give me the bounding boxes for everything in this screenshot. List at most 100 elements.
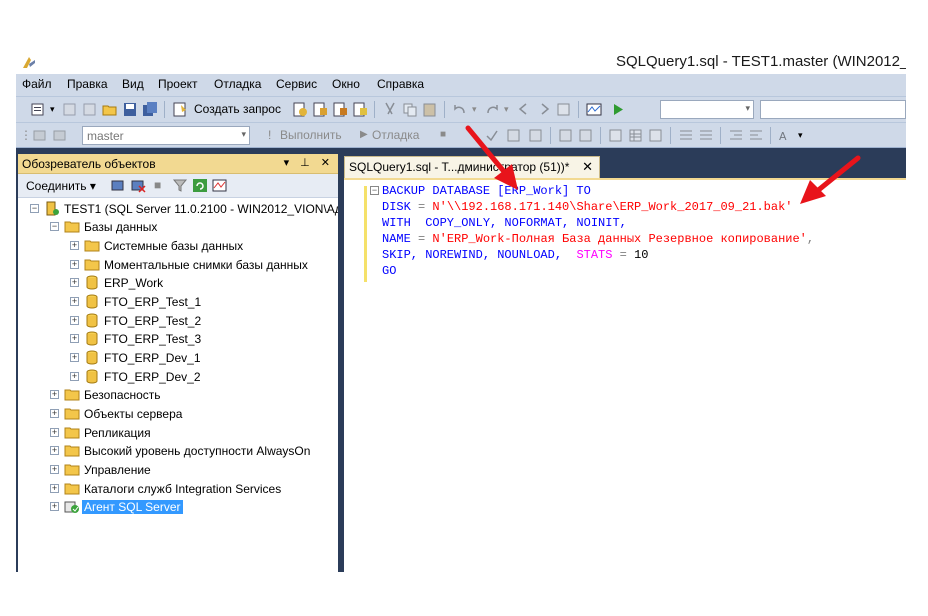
new-query-icon[interactable]: [172, 102, 188, 117]
open-folder-icon[interactable]: [102, 102, 118, 117]
mdx-query-icon[interactable]: [332, 102, 348, 117]
expand-icon[interactable]: +: [70, 241, 79, 250]
connect-button[interactable]: Соединить ▾: [26, 179, 96, 193]
menu-window[interactable]: Окно: [332, 77, 360, 91]
tree-node-replication[interactable]: + Репликация: [50, 424, 330, 442]
add-item2-icon[interactable]: [82, 102, 98, 117]
parse-icon[interactable]: [484, 128, 500, 143]
save-icon[interactable]: [122, 102, 138, 117]
analysis-query-icon[interactable]: [312, 102, 328, 117]
expand-icon[interactable]: +: [70, 260, 79, 269]
expand-icon[interactable]: +: [70, 278, 79, 287]
redo-icon[interactable]: [484, 102, 500, 117]
expand-icon[interactable]: +: [70, 297, 79, 306]
activity-monitor-icon[interactable]: [586, 102, 602, 117]
tree-node-fto-test-3[interactable]: + FTO_ERP_Test_3: [70, 330, 330, 348]
tree-node-fto-dev-2[interactable]: + FTO_ERP_Dev_2: [70, 368, 330, 386]
connect-object-explorer-icon[interactable]: [110, 178, 126, 193]
expand-icon[interactable]: +: [50, 484, 59, 493]
expand-icon[interactable]: +: [70, 334, 79, 343]
execute-play-icon[interactable]: [610, 102, 626, 117]
tree-node-alwayson[interactable]: + Высокий уровень доступности AlwaysOn: [50, 442, 336, 460]
menu-debug[interactable]: Отладка: [214, 77, 261, 91]
expand-icon[interactable]: +: [70, 372, 79, 381]
stop-icon[interactable]: ■: [440, 129, 446, 140]
paste-icon[interactable]: [422, 102, 438, 117]
close-icon[interactable]: ✕: [582, 159, 593, 175]
tree-node-integration-services[interactable]: + Каталоги служб Integration Services: [50, 480, 336, 498]
redo-dropdown-icon[interactable]: ▾: [504, 104, 509, 115]
menu-help[interactable]: Справка: [377, 77, 424, 91]
expand-icon[interactable]: +: [50, 409, 59, 418]
tree-node-sql-agent[interactable]: + Агент SQL Server: [50, 498, 330, 516]
disconnect-icon[interactable]: [130, 178, 146, 193]
tree-node-fto-dev-1[interactable]: + FTO_ERP_Dev_1: [70, 349, 330, 367]
include-plan-icon[interactable]: [558, 128, 574, 143]
client-stats-icon[interactable]: [578, 128, 594, 143]
specify-values-icon[interactable]: A: [778, 128, 794, 143]
tree-node-databases[interactable]: − Базы данных: [50, 218, 330, 236]
dmx-query-icon[interactable]: [352, 102, 368, 117]
results-grid-icon[interactable]: [628, 128, 644, 143]
menu-view[interactable]: Вид: [122, 77, 144, 91]
find-icon[interactable]: [556, 102, 572, 117]
expand-icon[interactable]: +: [50, 446, 59, 455]
estimated-plan-icon[interactable]: [506, 128, 522, 143]
expand-icon[interactable]: +: [50, 502, 59, 511]
tree-node-erp-work[interactable]: + ERP_Work: [70, 274, 330, 292]
filter-icon[interactable]: [172, 178, 188, 193]
activity-icon[interactable]: [212, 178, 228, 193]
menu-tools[interactable]: Сервис: [276, 77, 317, 91]
database-dropdown[interactable]: master ▾: [82, 126, 250, 145]
results-file-icon[interactable]: [648, 128, 664, 143]
code-editor[interactable]: − BACKUP DATABASE [ERP_Work] TO DISK = N…: [344, 178, 906, 572]
tree-node-server[interactable]: − TEST1 (SQL Server 11.0.2100 - WIN2012_…: [30, 200, 342, 218]
search-combo[interactable]: [760, 100, 906, 119]
tree-node-snapshots[interactable]: + Моментальные снимки базы данных: [70, 256, 330, 274]
debug-button[interactable]: Отладка: [372, 128, 419, 142]
expand-icon[interactable]: +: [70, 353, 79, 362]
cut-icon[interactable]: [382, 102, 398, 117]
dropdown-arrow-icon[interactable]: ▾: [50, 104, 55, 115]
expand-icon[interactable]: +: [50, 428, 59, 437]
expand-icon[interactable]: +: [70, 316, 79, 325]
add-item-icon[interactable]: [62, 102, 78, 117]
navigate-back-icon[interactable]: [516, 102, 532, 117]
refresh-icon[interactable]: [192, 178, 208, 193]
tree-node-system-dbs[interactable]: + Системные базы данных: [70, 237, 330, 255]
db-engine-query-icon[interactable]: [292, 102, 308, 117]
uncomment-icon[interactable]: [698, 128, 714, 143]
comment-out-icon[interactable]: [678, 128, 694, 143]
expand-icon[interactable]: +: [50, 390, 59, 399]
stop-icon[interactable]: ■: [154, 178, 161, 192]
connect-icon[interactable]: [32, 128, 48, 143]
tree-node-fto-test-1[interactable]: + FTO_ERP_Test_1: [70, 293, 330, 311]
save-all-icon[interactable]: [142, 102, 158, 117]
collapse-icon[interactable]: −: [30, 204, 39, 213]
menu-file[interactable]: Файл: [22, 77, 52, 91]
query-designer-icon[interactable]: [528, 128, 544, 143]
tree-node-security[interactable]: + Безопасность: [50, 386, 330, 404]
undo-dropdown-icon[interactable]: ▾: [472, 104, 477, 115]
menu-project[interactable]: Проект: [158, 77, 198, 91]
collapse-icon[interactable]: −: [50, 222, 59, 231]
new-project-icon[interactable]: [30, 102, 46, 117]
tab-sqlquery1[interactable]: SQLQuery1.sql - T...дминистратор (51))* …: [344, 156, 600, 178]
expand-icon[interactable]: +: [50, 465, 59, 474]
solution-config-dropdown[interactable]: ▾: [660, 100, 754, 119]
execute-button[interactable]: Выполнить: [280, 128, 342, 142]
tree-node-management[interactable]: + Управление: [50, 461, 330, 479]
undo-icon[interactable]: [452, 102, 468, 117]
menu-edit[interactable]: Правка: [67, 77, 108, 91]
increase-indent-icon[interactable]: [748, 128, 764, 143]
copy-icon[interactable]: [402, 102, 418, 117]
new-query-button[interactable]: Создать запрос: [194, 102, 281, 116]
decrease-indent-icon[interactable]: [728, 128, 744, 143]
results-text-icon[interactable]: [608, 128, 624, 143]
change-connection-icon[interactable]: [52, 128, 68, 143]
navigate-forward-icon[interactable]: [536, 102, 552, 117]
panel-pin-close-icons[interactable]: ▾ ⊥ ✕: [284, 156, 334, 169]
outline-collapse-icon[interactable]: −: [370, 186, 379, 195]
tree-node-fto-test-2[interactable]: + FTO_ERP_Test_2: [70, 312, 330, 330]
grip-handle[interactable]: ⋮: [20, 128, 32, 142]
